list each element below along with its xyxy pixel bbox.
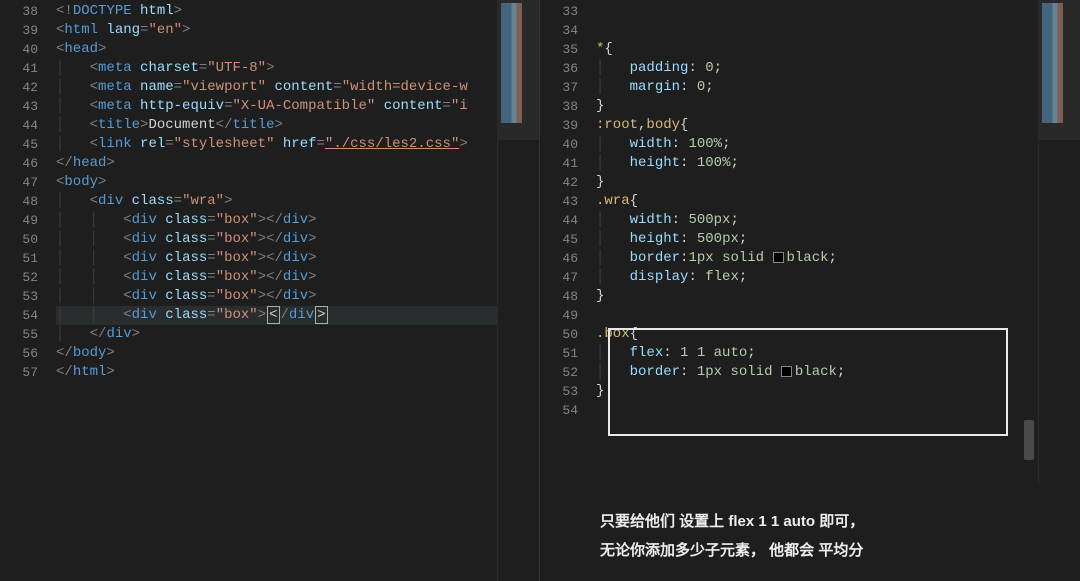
code-line[interactable]: *{ <box>596 40 1038 59</box>
code-line[interactable]: │ │ <div class="box"></div> <box>56 249 497 268</box>
line-number: 49 <box>0 211 38 230</box>
line-number: 42 <box>0 78 38 97</box>
code-line[interactable]: <!DOCTYPE html> <box>56 2 497 21</box>
code-line[interactable]: .wra{ <box>596 192 1038 211</box>
code-line[interactable]: │ </div> <box>56 325 497 344</box>
line-number: 44 <box>0 116 38 135</box>
line-number: 40 <box>0 40 38 59</box>
line-number: 48 <box>0 192 38 211</box>
code-line[interactable]: │ │ <div class="box"></div> <box>56 211 497 230</box>
code-area-css[interactable]: *{│ padding: 0;│ margin: 0;}:root,body{│… <box>596 0 1038 484</box>
line-number: 48 <box>540 287 578 306</box>
line-gutter-left: 3839404142434445464748495051525354555657 <box>0 0 56 581</box>
minimap-left[interactable] <box>497 0 539 581</box>
code-line[interactable]: │ padding: 0; <box>596 59 1038 78</box>
code-line[interactable]: │ margin: 0; <box>596 78 1038 97</box>
line-number: 47 <box>0 173 38 192</box>
code-line[interactable]: </body> <box>56 344 497 363</box>
code-line[interactable]: │ │ <div class="box"></div> <box>56 306 497 325</box>
code-line[interactable]: } <box>596 382 1038 401</box>
code-line[interactable]: │ <meta name="viewport" content="width=d… <box>56 78 497 97</box>
code-line[interactable] <box>596 306 1038 325</box>
code-line[interactable] <box>596 21 1038 40</box>
code-line[interactable]: :root,body{ <box>596 116 1038 135</box>
code-line[interactable]: │ border:1px solid black; <box>596 249 1038 268</box>
line-number: 39 <box>540 116 578 135</box>
code-line[interactable]: │ │ <div class="box"></div> <box>56 268 497 287</box>
code-line[interactable]: } <box>596 97 1038 116</box>
code-line[interactable]: │ │ <div class="box"></div> <box>56 230 497 249</box>
code-line[interactable]: } <box>596 173 1038 192</box>
line-number: 38 <box>540 97 578 116</box>
line-number: 44 <box>540 211 578 230</box>
line-number: 41 <box>0 59 38 78</box>
minimap-right[interactable] <box>1038 0 1080 484</box>
line-number: 52 <box>540 363 578 382</box>
line-number: 50 <box>540 325 578 344</box>
caption-line-1: 只要给他们 设置上 flex 1 1 auto 即可， <box>600 508 1040 537</box>
line-number: 43 <box>0 97 38 116</box>
line-number: 57 <box>0 363 38 382</box>
code-line[interactable]: │ flex: 1 1 auto; <box>596 344 1038 363</box>
code-line[interactable] <box>596 401 1038 420</box>
code-line[interactable]: │ <link rel="stylesheet" href="./css/les… <box>56 135 497 154</box>
line-number: 43 <box>540 192 578 211</box>
line-number: 46 <box>0 154 38 173</box>
line-number: 38 <box>0 2 38 21</box>
code-line[interactable]: </head> <box>56 154 497 173</box>
line-number: 56 <box>0 344 38 363</box>
code-line[interactable]: │ border: 1px solid black; <box>596 363 1038 382</box>
code-line[interactable]: │ │ <div class="box"></div> <box>56 287 497 306</box>
code-line[interactable]: .box{ <box>596 325 1038 344</box>
caption-line-2: 无论你添加多少子元素， 他都会 平均分 <box>600 537 1040 566</box>
code-line[interactable]: │ height: 100%; <box>596 154 1038 173</box>
line-number: 52 <box>0 268 38 287</box>
line-number: 53 <box>0 287 38 306</box>
line-number: 53 <box>540 382 578 401</box>
editor-pane-css: 3334353637383940414243444546474849505152… <box>540 0 1080 581</box>
code-line[interactable] <box>596 2 1038 21</box>
line-number: 54 <box>540 401 578 420</box>
code-line[interactable]: │ <meta http-equiv="X-UA-Compatible" con… <box>56 97 497 116</box>
line-number: 51 <box>540 344 578 363</box>
code-line[interactable]: │ <meta charset="UTF-8"> <box>56 59 497 78</box>
editor-pane-html: 3839404142434445464748495051525354555657… <box>0 0 540 581</box>
line-number: 51 <box>0 249 38 268</box>
code-line[interactable]: │ height: 500px; <box>596 230 1038 249</box>
line-number: 36 <box>540 59 578 78</box>
line-number: 39 <box>0 21 38 40</box>
line-number: 47 <box>540 268 578 287</box>
line-number: 37 <box>540 78 578 97</box>
code-line[interactable]: │ width: 500px; <box>596 211 1038 230</box>
vertical-scrollbar[interactable] <box>1022 0 1036 484</box>
line-number: 54 <box>0 306 38 325</box>
line-number: 42 <box>540 173 578 192</box>
line-number: 50 <box>0 230 38 249</box>
explanation-caption: 只要给他们 设置上 flex 1 1 auto 即可， 无论你添加多少子元素， … <box>540 484 1080 581</box>
line-number: 41 <box>540 154 578 173</box>
line-number: 33 <box>540 2 578 21</box>
code-line[interactable]: <html lang="en"> <box>56 21 497 40</box>
code-line[interactable]: } <box>596 287 1038 306</box>
line-number: 45 <box>540 230 578 249</box>
code-line[interactable]: │ display: flex; <box>596 268 1038 287</box>
line-gutter-right: 3334353637383940414243444546474849505152… <box>540 0 596 484</box>
line-number: 46 <box>540 249 578 268</box>
line-number: 49 <box>540 306 578 325</box>
code-line[interactable]: <head> <box>56 40 497 59</box>
line-number: 40 <box>540 135 578 154</box>
code-line[interactable]: │ <div class="wra"> <box>56 192 497 211</box>
scroll-thumb[interactable] <box>1024 420 1034 460</box>
minimap-slider[interactable] <box>498 0 539 140</box>
line-number: 35 <box>540 40 578 59</box>
line-number: 45 <box>0 135 38 154</box>
code-line[interactable]: │ <title>Document</title> <box>56 116 497 135</box>
line-number: 34 <box>540 21 578 40</box>
code-line[interactable]: </html> <box>56 363 497 382</box>
code-area-html[interactable]: <!DOCTYPE html><html lang="en"><head>│ <… <box>56 0 497 581</box>
minimap-slider[interactable] <box>1039 0 1080 140</box>
line-number: 55 <box>0 325 38 344</box>
code-line[interactable]: <body> <box>56 173 497 192</box>
code-line[interactable]: │ width: 100%; <box>596 135 1038 154</box>
